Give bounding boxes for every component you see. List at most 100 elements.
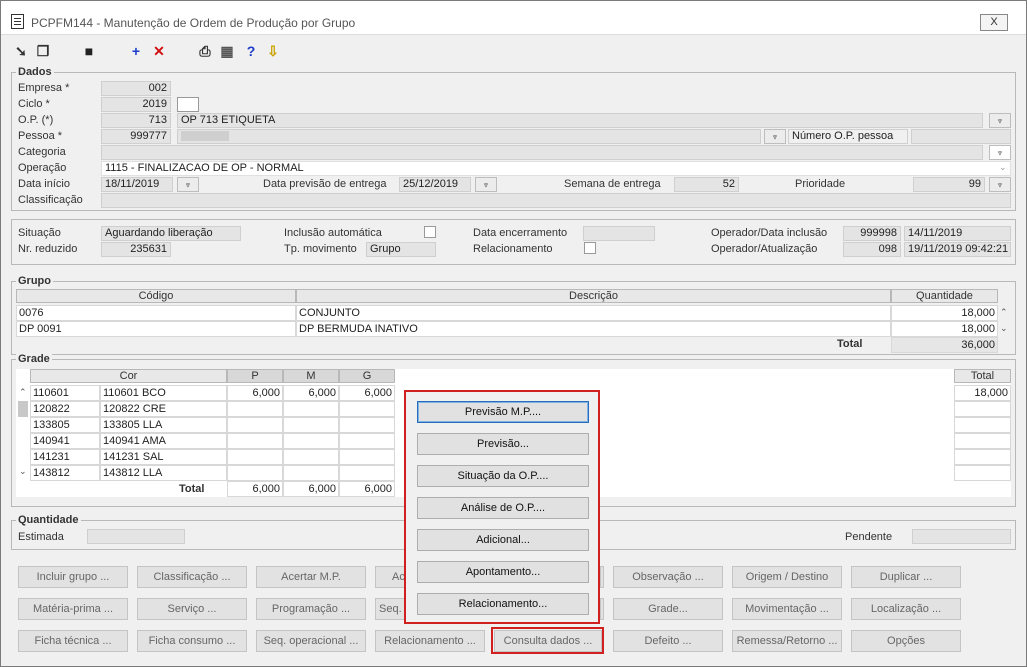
grupo-row-descricao[interactable]: DP BERMUDA INATIVO [296,321,891,337]
grade-row-p[interactable] [227,465,283,481]
ficha-consumo-button[interactable]: Ficha consumo ... [137,630,247,652]
grade-row-p[interactable] [227,449,283,465]
empresa-field[interactable]: 002 [101,81,171,96]
data-inicio-field[interactable]: 18/11/2019 [101,177,173,192]
add-icon[interactable]: + [128,43,144,59]
analise-op-menu-button[interactable]: Análise de O.P.... [417,497,589,519]
print-icon[interactable]: ⎙ [197,43,213,59]
apontamento-menu-button[interactable]: Apontamento... [417,561,589,583]
save-icon[interactable]: ■ [81,43,97,59]
grade-row-name[interactable]: 110601 BCO [100,385,227,401]
grade-row-p[interactable] [227,401,283,417]
op-field[interactable]: 713 [101,113,171,128]
servico-button[interactable]: Serviço ... [137,598,247,620]
defeito-button[interactable]: Defeito ... [613,630,723,652]
grade-button[interactable]: Grade... [613,598,723,620]
materia-prima-button[interactable]: Matéria-prima ... [18,598,128,620]
forward-icon[interactable]: ❐ [35,43,51,59]
situacao-op-menu-button[interactable]: Situação da O.P.... [417,465,589,487]
back-icon[interactable]: ➘ [13,43,29,59]
grade-row-g[interactable] [339,433,395,449]
exit-icon[interactable]: ⇩ [265,43,281,59]
data-inicio-calendar-icon[interactable]: ⩔ [177,177,199,192]
previsao-mp-menu-button[interactable]: Previsão M.P.... [417,401,589,423]
ficha-tecnica-button[interactable]: Ficha técnica ... [18,630,128,652]
origem-destino-button[interactable]: Origem / Destino [732,566,842,588]
data-previsao-calendar-icon[interactable]: ⩔ [475,177,497,192]
data-previsao-field[interactable]: 25/12/2019 [399,177,471,192]
adicional-menu-button[interactable]: Adicional... [417,529,589,551]
seq-operacional-button[interactable]: Seq. operacional ... [256,630,366,652]
movimentacao-button[interactable]: Movimentação ... [732,598,842,620]
relacionamento-button[interactable]: Relacionamento ... [375,630,485,652]
grupo-row-descricao[interactable]: CONJUNTO [296,305,891,321]
grade-row-p[interactable] [227,417,283,433]
grade-row-name[interactable]: 140941 AMA [100,433,227,449]
grade-row-code[interactable]: 120822 [30,401,100,417]
remessa-retorno-button[interactable]: Remessa/Retorno ... [732,630,842,652]
programacao-button[interactable]: Programação ... [256,598,366,620]
localizacao-button[interactable]: Localização ... [851,598,961,620]
grade-row-g[interactable] [339,449,395,465]
relacionamento-menu-button[interactable]: Relacionamento... [417,593,589,615]
grade-row-code[interactable]: 110601 [30,385,100,401]
grade-row-m[interactable]: 6,000 [283,385,339,401]
categoria-dropdown-icon[interactable]: ⩔ [989,145,1011,160]
semana-field[interactable]: 52 [674,177,739,192]
grupo-row-codigo[interactable]: DP 0091 [16,321,296,337]
grade-row-m[interactable] [283,449,339,465]
grade-row-m[interactable] [283,465,339,481]
classificacao-field[interactable] [101,193,1011,208]
scroll-up-icon[interactable]: ⌃ [1000,307,1008,318]
duplicar-button[interactable]: Duplicar ... [851,566,961,588]
help-icon[interactable]: ? [243,43,259,59]
chevron-down-icon[interactable]: ⌄ [999,162,1007,173]
observacao-button[interactable]: Observação ... [613,566,723,588]
incluir-grupo-button[interactable]: Incluir grupo ... [18,566,128,588]
scroll-down-icon[interactable]: ⌄ [1000,323,1008,334]
opcoes-button[interactable]: Opções [851,630,961,652]
op-dropdown-icon[interactable]: ⩔ [989,113,1011,128]
grade-row-g[interactable]: 6,000 [339,385,395,401]
grade-row-code[interactable]: 140941 [30,433,100,449]
grade-row-g[interactable] [339,465,395,481]
grade-row-p[interactable]: 6,000 [227,385,283,401]
grade-row-name[interactable]: 120822 CRE [100,401,227,417]
grade-row-g[interactable] [339,417,395,433]
classificacao-button[interactable]: Classificação ... [137,566,247,588]
grade-row-m[interactable] [283,433,339,449]
operacao-select[interactable]: 1115 - FINALIZACAO DE OP - NORMAL [101,161,1011,176]
scroll-down-icon[interactable]: ⌄ [19,466,27,477]
grade-row-code[interactable]: 141231 [30,449,100,465]
grade-row-m[interactable] [283,401,339,417]
pessoa-field[interactable]: 999777 [101,129,171,144]
acertar-mp-button[interactable]: Acertar M.P. [256,566,366,588]
relacionamento-checkbox[interactable] [584,242,596,254]
inclusao-automatica-checkbox[interactable] [424,226,436,238]
seq-button[interactable]: Seq. [375,598,405,620]
prioridade-dropdown-icon[interactable]: ⩔ [989,177,1011,192]
numero-op-pessoa-field[interactable] [911,129,1011,144]
grade-row-name[interactable]: 133805 LLA [100,417,227,433]
prioridade-field[interactable]: 99 [913,177,985,192]
categoria-field[interactable] [101,145,983,160]
grade-row-p[interactable] [227,433,283,449]
grade-row-code[interactable]: 133805 [30,417,100,433]
grade-row-name[interactable]: 143812 LLA [100,465,227,481]
scroll-up-icon[interactable]: ⌃ [19,387,27,398]
grade-row-m[interactable] [283,417,339,433]
close-button[interactable]: X [980,14,1008,31]
ciclo-lookup-button[interactable] [177,97,199,112]
grade-row-g[interactable] [339,401,395,417]
grupo-row-quantidade[interactable]: 18,000 [891,305,998,321]
grupo-row-quantidade[interactable]: 18,000 [891,321,998,337]
delete-icon[interactable]: ✕ [151,43,167,59]
ciclo-field[interactable]: 2019 [101,97,171,112]
grade-row-code[interactable]: 143812 [30,465,100,481]
pessoa-dropdown-icon[interactable]: ⩔ [764,129,786,144]
grupo-row-codigo[interactable]: 0076 [16,305,296,321]
previsao-menu-button[interactable]: Previsão... [417,433,589,455]
calculator-icon[interactable]: ▦ [219,43,235,59]
grade-row-name[interactable]: 141231 SAL [100,449,227,465]
ac-button[interactable]: Ac [375,566,405,588]
